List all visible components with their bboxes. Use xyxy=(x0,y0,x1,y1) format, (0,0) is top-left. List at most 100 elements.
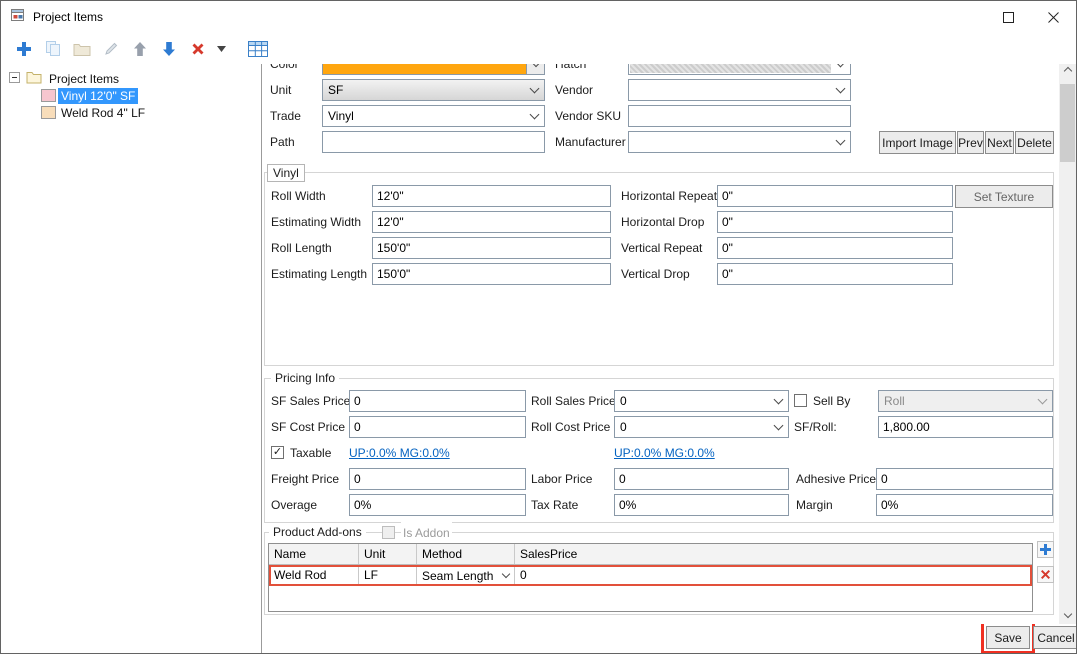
column-header-name[interactable]: Name xyxy=(269,544,359,564)
move-up-icon[interactable] xyxy=(127,36,153,62)
freight-price-input[interactable] xyxy=(349,468,526,490)
tax-rate-input[interactable] xyxy=(614,494,789,516)
roll-width-input[interactable] xyxy=(372,185,611,207)
estimating-length-input[interactable] xyxy=(372,263,611,285)
sf-per-roll-input[interactable] xyxy=(878,416,1053,438)
is-addon-checkbox[interactable] xyxy=(382,526,395,539)
detail-area: Color Hatch Unit SF Vendor Trade Vinyl V… xyxy=(262,64,1076,653)
vertical-drop-input[interactable] xyxy=(717,263,953,285)
addon-salesprice-cell[interactable]: 0 xyxy=(515,565,1032,586)
trade-value: Vinyl xyxy=(328,109,354,123)
item-color-swatch xyxy=(41,106,56,119)
maximize-button[interactable] xyxy=(986,1,1031,33)
sf-cost-price-input[interactable] xyxy=(349,416,526,438)
color-dropdown-button[interactable] xyxy=(526,64,544,74)
roll-markup-link[interactable]: UP:0.0% MG:0.0% xyxy=(614,442,715,464)
color-value-swatch xyxy=(323,64,526,74)
roll-sales-price-label: Roll Sales Price xyxy=(531,394,616,408)
copy-icon[interactable] xyxy=(40,36,66,62)
x-icon xyxy=(1041,570,1050,579)
edit-icon[interactable] xyxy=(98,36,124,62)
move-down-icon[interactable] xyxy=(156,36,182,62)
prev-image-button[interactable]: Prev xyxy=(957,131,984,154)
dialog-footer: Save Cancel xyxy=(262,624,1076,653)
sf-cost-price-label: SF Cost Price xyxy=(271,420,346,434)
roll-length-input[interactable] xyxy=(372,237,611,259)
delete-dropdown-icon[interactable] xyxy=(214,36,228,62)
margin-input[interactable] xyxy=(876,494,1053,516)
cancel-button[interactable]: Cancel xyxy=(1033,626,1076,649)
sell-by-dropdown[interactable]: Roll xyxy=(878,390,1053,412)
taxable-checkbox[interactable] xyxy=(271,446,284,459)
overage-input[interactable] xyxy=(349,494,526,516)
next-image-button[interactable]: Next xyxy=(985,131,1014,154)
scroll-up-button[interactable] xyxy=(1059,64,1076,81)
horizontal-repeat-label: Horizontal Repeat xyxy=(621,189,718,203)
chevron-down-icon xyxy=(501,569,511,579)
close-button[interactable] xyxy=(1031,1,1076,33)
set-texture-button[interactable]: Set Texture xyxy=(955,185,1053,208)
addon-name-cell[interactable]: Weld Rod xyxy=(269,565,359,586)
sf-sales-price-input[interactable] xyxy=(349,390,526,412)
estimating-width-input[interactable] xyxy=(372,211,611,233)
import-image-button[interactable]: Import Image xyxy=(879,131,956,154)
vendor-dropdown[interactable] xyxy=(628,79,851,101)
save-button[interactable]: Save xyxy=(986,626,1030,649)
plus-icon xyxy=(1040,544,1051,555)
path-input[interactable] xyxy=(322,131,545,153)
grid-view-icon[interactable] xyxy=(245,36,271,62)
sf-sales-price-label: SF Sales Price xyxy=(271,394,351,408)
open-folder-icon[interactable] xyxy=(69,36,95,62)
adhesive-price-input[interactable] xyxy=(876,468,1053,490)
roll-cost-price-dropdown[interactable]: 0 xyxy=(614,416,789,438)
is-addon-label: Is Addon xyxy=(401,522,452,544)
unit-dropdown[interactable]: SF xyxy=(322,79,545,101)
vinyl-group-caption: Vinyl xyxy=(267,164,305,182)
scrollbar-thumb[interactable] xyxy=(1060,84,1076,162)
addon-method-cell[interactable]: Seam Length xyxy=(417,565,515,586)
column-header-unit[interactable]: Unit xyxy=(359,544,417,564)
add-item-icon[interactable] xyxy=(11,36,37,62)
vertical-repeat-label: Vertical Repeat xyxy=(621,241,703,255)
addon-unit-cell[interactable]: LF xyxy=(359,565,417,586)
remove-addon-button[interactable] xyxy=(1037,566,1054,583)
chevron-down-icon xyxy=(773,420,784,430)
trade-label: Trade xyxy=(270,109,301,123)
estimating-length-label: Estimating Length xyxy=(271,267,368,281)
delete-item-icon[interactable] xyxy=(185,36,211,62)
chevron-down-icon xyxy=(1063,609,1072,619)
roll-cost-price-value: 0 xyxy=(620,420,627,434)
column-header-method[interactable]: Method xyxy=(417,544,515,564)
tree-item-vinyl[interactable]: Vinyl 12'0" SF xyxy=(1,87,261,104)
app-icon xyxy=(10,7,26,28)
addon-row-weld-rod[interactable]: Weld Rod LF Seam Length 0 xyxy=(269,565,1032,586)
taxable-label: Taxable xyxy=(290,446,332,460)
horizontal-drop-input[interactable] xyxy=(717,211,953,233)
column-header-salesprice[interactable]: SalesPrice xyxy=(515,544,1032,564)
vinyl-group: Vinyl Roll Width Estimating Width Roll L… xyxy=(264,164,1054,366)
sales-markup-link[interactable]: UP:0.0% MG:0.0% xyxy=(349,442,450,464)
vendor-sku-input[interactable] xyxy=(628,105,851,127)
tree-root[interactable]: Project Items xyxy=(1,70,261,87)
color-picker[interactable] xyxy=(322,64,545,75)
vendor-label: Vendor xyxy=(555,83,594,97)
roll-length-label: Roll Length xyxy=(271,241,332,255)
trade-dropdown[interactable]: Vinyl xyxy=(322,105,545,127)
add-addon-button[interactable] xyxy=(1037,541,1054,558)
sell-by-checkbox[interactable] xyxy=(794,394,807,407)
horizontal-repeat-input[interactable] xyxy=(717,185,953,207)
vertical-repeat-input[interactable] xyxy=(717,237,953,259)
roll-width-label: Roll Width xyxy=(271,189,326,203)
roll-sales-price-dropdown[interactable]: 0 xyxy=(614,390,789,412)
delete-image-button[interactable]: Delete xyxy=(1015,131,1054,154)
vendor-sku-label: Vendor SKU xyxy=(555,109,622,123)
manufacturer-dropdown[interactable] xyxy=(628,131,851,153)
labor-price-input[interactable] xyxy=(614,468,789,490)
tree-item-weld-rod[interactable]: Weld Rod 4" LF xyxy=(1,104,261,121)
vertical-scrollbar[interactable] xyxy=(1059,64,1076,624)
scroll-down-button[interactable] xyxy=(1059,607,1076,624)
sell-by-label: Sell By xyxy=(813,394,851,408)
hatch-dropdown[interactable] xyxy=(628,64,851,75)
collapse-icon[interactable] xyxy=(9,71,20,86)
overage-label: Overage xyxy=(271,498,318,512)
